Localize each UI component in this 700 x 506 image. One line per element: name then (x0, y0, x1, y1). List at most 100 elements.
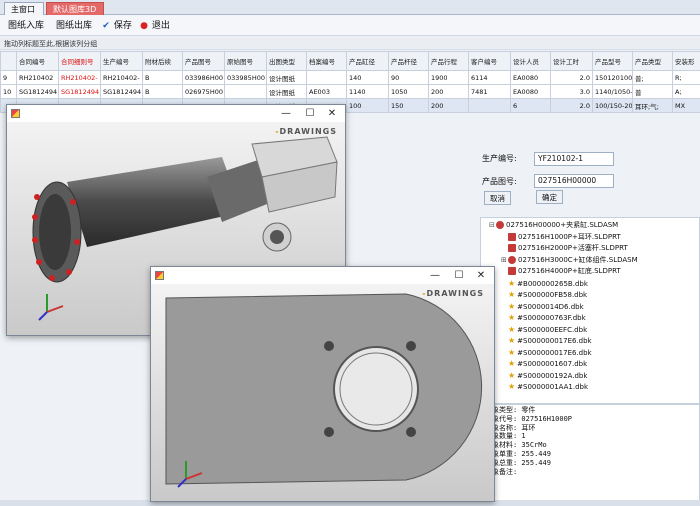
table-cell[interactable]: RH210402- (58, 70, 101, 85)
tree-node[interactable]: ★ #S0000001607.dbk (501, 358, 587, 369)
tree-node[interactable]: ★ #S000000FB58.dbk (501, 289, 587, 300)
tree-node[interactable]: ★ #S000000763F.dbk (501, 312, 586, 323)
column-header[interactable]: 产品行程 (428, 51, 469, 71)
table-cell[interactable]: 100 (346, 98, 389, 113)
tree-node[interactable]: ★ #S0000014D6.dbk (501, 301, 584, 312)
save-button[interactable]: ✔ 保存 (101, 19, 132, 33)
exit-button[interactable]: ● 退出 (139, 19, 170, 33)
table-cell[interactable]: SG1812494 (58, 84, 101, 99)
tree-node[interactable]: ⊟ 027516H00000+夹紧缸.SLDASM (489, 220, 618, 231)
expand-toggle-icon[interactable]: ⊟ (489, 220, 496, 231)
drawing-window-titlebar[interactable]: — ☐ ✕ (151, 267, 494, 284)
drawing-no-input[interactable]: 027516H00000 (534, 174, 614, 188)
column-header[interactable] (0, 51, 17, 71)
tree-node[interactable]: ★ #S0000001AA1.dbk (501, 381, 588, 392)
column-header[interactable]: 产品缸径 (346, 51, 389, 71)
table-cell[interactable]: 033985H00 (224, 70, 267, 85)
table-cell[interactable] (468, 98, 511, 113)
column-header[interactable]: 出图类型 (266, 51, 307, 71)
column-header[interactable]: 产品图号 (182, 51, 225, 71)
tree-node[interactable]: ★ #S000000EEFC.dbk (501, 324, 587, 335)
production-no-input[interactable]: YF210102-1 (534, 152, 614, 166)
table-cell[interactable]: 6114 (468, 70, 511, 85)
tree-node[interactable]: ★ #S000000017E6.dbk (501, 335, 592, 346)
column-header[interactable]: 合同细则号 (58, 51, 101, 71)
column-header[interactable]: 客户编号 (468, 51, 511, 71)
table-cell[interactable]: EA0080 (510, 70, 551, 85)
table-cell[interactable]: 设计图纸 (266, 84, 307, 99)
tree-node[interactable]: 027516H1000P+耳环.SLDPRT (501, 232, 621, 243)
table-cell[interactable]: 设计图纸 (266, 70, 307, 85)
table-cell[interactable]: 1050 (388, 84, 429, 99)
tree-node[interactable]: 027516H2000P+活塞杆.SLDPRT (501, 243, 628, 254)
column-header[interactable]: 产品类型 (632, 51, 673, 71)
minimize-button[interactable]: — (275, 107, 297, 120)
table-cell[interactable]: 140 (346, 70, 389, 85)
expand-toggle-icon[interactable]: ⊞ (501, 255, 508, 266)
minimize-button[interactable]: — (424, 269, 446, 282)
close-button[interactable]: ✕ (321, 107, 343, 120)
table-cell[interactable]: 026975H00 (182, 84, 225, 99)
tree-node[interactable]: ⊞ 027516H3000C+缸体组件.SLDASM (501, 255, 638, 266)
table-cell[interactable]: 1140 (346, 84, 389, 99)
ok-button[interactable]: 确定 (536, 190, 563, 204)
table-cell[interactable] (306, 70, 347, 85)
table-cell[interactable]: 6 (510, 98, 551, 113)
table-cell[interactable]: 普; (632, 70, 673, 85)
import-drawing-button[interactable]: 图纸入库 (8, 19, 44, 33)
column-header[interactable]: 设计人员 (510, 51, 551, 71)
cancel-button[interactable]: 取消 (484, 191, 511, 205)
column-header[interactable]: 附材后续 (142, 51, 183, 71)
table-cell[interactable]: 1900 (428, 70, 469, 85)
table-cell[interactable]: 90 (388, 70, 429, 85)
model-window-titlebar[interactable]: — ☐ ✕ (7, 105, 345, 122)
table-cell[interactable]: SG1812494 (100, 84, 143, 99)
table-cell[interactable]: 2.0 (550, 70, 593, 85)
column-header[interactable]: 设计工时 (550, 51, 593, 71)
table-cell[interactable]: 3.0 (550, 84, 593, 99)
table-cell[interactable]: RH210402- (100, 70, 143, 85)
table-cell[interactable]: B (142, 70, 183, 85)
table-cell[interactable]: 100/150-20 (592, 98, 633, 113)
tree-node[interactable]: ★ #B000000265B.dbk (501, 278, 588, 289)
table-cell[interactable]: 2.0 (550, 98, 593, 113)
table-cell[interactable]: 150120100 (592, 70, 633, 85)
table-cell[interactable]: 耳环;气; (632, 98, 673, 113)
column-header[interactable]: 安装形 (672, 51, 700, 71)
table-cell[interactable]: 033986H00 (182, 70, 225, 85)
table-cell[interactable]: SG1812494 (16, 84, 59, 99)
column-header[interactable]: 产品杆径 (388, 51, 429, 71)
table-cell[interactable]: AE003 (306, 84, 347, 99)
table-cell[interactable]: B (142, 84, 183, 99)
table-cell[interactable]: 9 (0, 70, 17, 85)
tree-node[interactable]: ★ #S000000192A.dbk (501, 370, 587, 381)
table-cell[interactable]: 200 (428, 84, 469, 99)
column-header[interactable]: 原始图号 (224, 51, 267, 71)
tab-default-library-3d[interactable]: 默认图库3D (46, 2, 104, 15)
column-header[interactable]: 产品型号 (592, 51, 633, 71)
table-cell[interactable]: 1140/1050- (592, 84, 633, 99)
drawing-2d-window[interactable]: — ☐ ✕ -DRAWINGS (150, 266, 495, 502)
table-cell[interactable]: 200 (428, 98, 469, 113)
maximize-button[interactable]: ☐ (448, 269, 470, 282)
column-header[interactable]: 合同编号 (16, 51, 59, 71)
table-cell[interactable]: R; (672, 70, 700, 85)
group-by-hint[interactable]: 拖动列标题至此,根据该列分组 (0, 37, 700, 50)
column-header[interactable]: 档案编号 (306, 51, 347, 71)
table-cell[interactable]: MX (672, 98, 700, 113)
table-cell[interactable]: 150 (388, 98, 429, 113)
table-cell[interactable]: 7481 (468, 84, 511, 99)
tree-node[interactable]: ★ #S000000017E6.dbk (501, 347, 592, 358)
table-cell[interactable]: 10 (0, 84, 17, 99)
table-cell[interactable]: EA0080 (510, 84, 551, 99)
table-cell[interactable]: A; (672, 84, 700, 99)
drawing-viewport[interactable]: -DRAWINGS (151, 284, 494, 501)
tab-main[interactable]: 主窗口 (4, 2, 44, 15)
maximize-button[interactable]: ☐ (299, 107, 321, 120)
table-cell[interactable] (224, 84, 267, 99)
table-row[interactable]: 9 RH210402 RH210402- RH210402- B 033986H00 033… (0, 70, 700, 85)
table-cell[interactable]: 普 (632, 84, 673, 99)
close-button[interactable]: ✕ (470, 269, 492, 282)
table-cell[interactable]: RH210402 (16, 70, 59, 85)
tree-node[interactable]: 027516H4000P+缸底.SLDPRT (501, 266, 621, 277)
